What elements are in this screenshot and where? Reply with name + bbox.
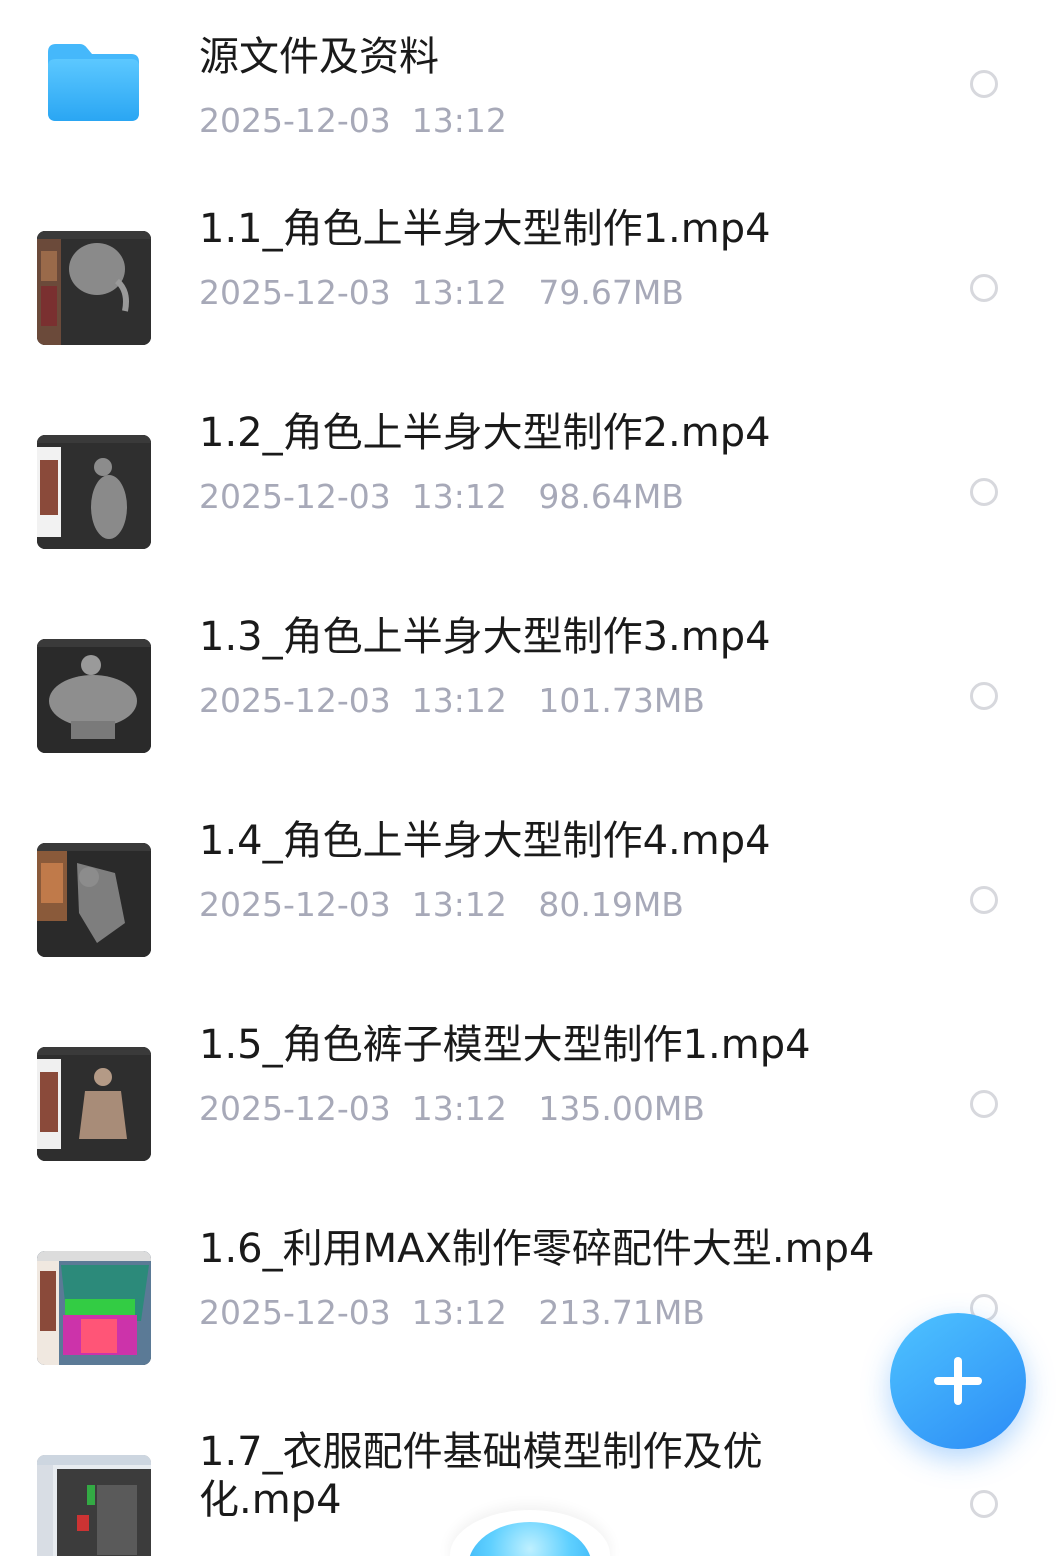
file-meta: 2025-12-03 13:12 79.67MB (199, 273, 684, 313)
file-meta: 2025-12-03 13:12 213.71MB (199, 1293, 705, 1333)
file-row[interactable]: 1.5_角色裤子模型大型制作1.mp4 2025-12-03 13:12 135.… (0, 984, 1059, 1188)
select-radio[interactable] (970, 274, 998, 302)
select-radio[interactable] (970, 1090, 998, 1118)
file-time: 13:12 (411, 885, 507, 924)
file-row[interactable]: 1.1_角色上半身大型制作1.mp4 2025-12-03 13:12 79.67… (0, 168, 1059, 372)
file-date: 2025-12-03 (199, 1293, 391, 1332)
video-thumbnail (37, 231, 151, 345)
video-thumbnail (37, 1251, 151, 1365)
select-radio[interactable] (970, 886, 998, 914)
file-size: 79.67MB (538, 273, 684, 312)
file-meta: 2025-12-03 13:12 135.00MB (199, 1089, 705, 1129)
file-meta: 2025-12-03 13:12 98.64MB (199, 477, 684, 517)
file-meta: 2025-12-03 13:12 (199, 101, 507, 141)
file-name: 1.3_角色上半身大型制作3.mp4 (199, 614, 771, 660)
bottom-center-orb-icon (468, 1522, 592, 1556)
file-size: 80.19MB (538, 885, 684, 924)
file-date: 2025-12-03 (199, 1089, 391, 1128)
file-date: 2025-12-03 (199, 681, 391, 720)
file-time: 13:12 (411, 1089, 507, 1128)
file-meta: 2025-12-03 13:12 80.19MB (199, 885, 684, 925)
add-button[interactable] (890, 1313, 1026, 1449)
file-name: 1.1_角色上半身大型制作1.mp4 (199, 206, 771, 252)
file-row[interactable]: 1.3_角色上半身大型制作3.mp4 2025-12-03 13:12 101.7… (0, 576, 1059, 780)
select-radio[interactable] (970, 70, 998, 98)
video-thumbnail (37, 1047, 151, 1161)
file-name: 1.7_衣服配件基础模型制作及优化.mp4 (199, 1429, 763, 1523)
folder-row[interactable]: 源文件及资料 2025-12-03 13:12 (0, 0, 1059, 168)
file-time: 13:12 (411, 1293, 507, 1332)
file-name: 1.4_角色上半身大型制作4.mp4 (199, 818, 771, 864)
file-list-screen: 源文件及资料 2025-12-03 13:12 1.1_角色上半身大型制作1.mp4… (0, 0, 1059, 1556)
video-thumbnail (37, 1455, 151, 1556)
select-radio[interactable] (970, 478, 998, 506)
file-date: 2025-12-03 (199, 101, 391, 140)
select-radio[interactable] (970, 682, 998, 710)
plus-icon (934, 1357, 982, 1405)
file-meta: 2025-12-03 13:12 101.73MB (199, 681, 705, 721)
file-time: 13:12 (411, 273, 507, 312)
file-size: 135.00MB (538, 1089, 705, 1128)
file-date: 2025-12-03 (199, 477, 391, 516)
file-time: 13:12 (411, 681, 507, 720)
file-name: 源文件及资料 (199, 34, 439, 80)
file-name: 1.6_利用MAX制作零碎配件大型.mp4 (199, 1226, 875, 1272)
video-thumbnail (37, 843, 151, 957)
file-date: 2025-12-03 (199, 885, 391, 924)
file-row[interactable]: 1.2_角色上半身大型制作2.mp4 2025-12-03 13:12 98.64… (0, 372, 1059, 576)
file-size: 101.73MB (538, 681, 705, 720)
file-row[interactable]: 1.4_角色上半身大型制作4.mp4 2025-12-03 13:12 80.19… (0, 780, 1059, 984)
select-radio[interactable] (970, 1490, 998, 1518)
file-size: 98.64MB (538, 477, 684, 516)
file-date: 2025-12-03 (199, 273, 391, 312)
file-size: 213.71MB (538, 1293, 705, 1332)
video-thumbnail (37, 435, 151, 549)
file-time: 13:12 (411, 477, 507, 516)
folder-icon (48, 42, 139, 121)
video-thumbnail (37, 639, 151, 753)
file-name: 1.5_角色裤子模型大型制作1.mp4 (199, 1022, 811, 1068)
file-name: 1.2_角色上半身大型制作2.mp4 (199, 410, 771, 456)
file-time: 13:12 (411, 101, 507, 140)
